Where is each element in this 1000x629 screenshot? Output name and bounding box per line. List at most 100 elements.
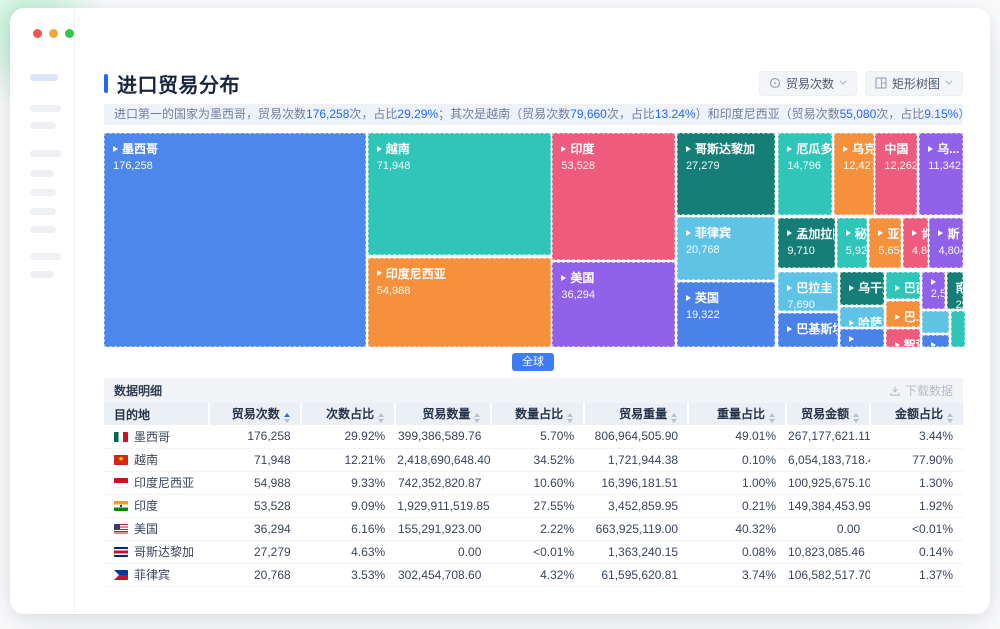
drilldown-arrow-icon [895,314,900,320]
column-header[interactable]: 数量占比 [491,403,584,425]
summary-text: 进口第一的国家为墨西哥，贸易次数176,258次，占比29.29%；其次是越南（… [104,104,963,125]
treemap-cell-label: 巴基斯坦 [796,320,838,337]
treemap-cell[interactable]: 巴基斯坦 [778,313,838,347]
sidebar-skeleton-item [30,208,56,215]
table-cell-value: 34.52% [491,448,584,471]
column-header: 目的地 [104,403,209,425]
metric-selector[interactable]: 贸易次数 [759,71,857,96]
treemap-cell-label: 亚 [887,225,899,242]
treemap-cell-value: 11,342 [928,160,958,172]
column-header[interactable]: 重量占比 [688,403,786,425]
destination-name: 菲律宾 [134,568,170,582]
treemap-cell-value: 12,262 [884,160,912,172]
treemap-cell[interactable]: 菲律宾20,768 [677,217,775,280]
column-header[interactable]: 金额占比 [870,403,963,425]
drilldown-arrow-icon [787,230,792,236]
table-cell-value: 10,823,085.46 [786,540,870,563]
sidebar-skeleton-item [30,253,61,260]
drilldown-arrow-icon [787,326,792,332]
treemap-cell-value: 71,948 [377,160,546,172]
sort-icon [567,413,573,423]
page-title: 进口贸易分布 [117,69,240,98]
table-cell-value: 49.01% [688,425,786,448]
treemap-cell[interactable] [840,329,884,347]
sidebar-skeleton-item [30,189,56,196]
column-header[interactable]: 贸易数量 [395,403,491,425]
summary-highlight-value: 55,080 [840,107,877,121]
treemap-cell[interactable] [951,311,965,347]
treemap-cell-label: 乌... [937,140,959,157]
treemap-cell-label: 南 [956,279,963,296]
sort-icon [769,413,775,423]
treemap-cell[interactable]: 厄瓜多尔14,796 [778,133,832,215]
treemap-cell[interactable]: 乌干达 [840,272,884,305]
metric-selector-label: 贸易次数 [786,75,834,92]
drilldown-arrow-icon [377,146,382,152]
treemap-cell[interactable]: 肯4,836 [903,218,928,268]
table-cell-value: 0.00 [786,517,870,540]
treemap-cell[interactable]: 巴西 [886,272,920,299]
global-button[interactable]: 全球 [512,353,554,371]
sidebar-skeleton-item [30,150,61,157]
table-cell-value: 53,528 [209,494,301,517]
treemap-cell-value: 4,836 [912,245,923,257]
column-header[interactable]: 次数占比 [301,403,395,425]
treemap-cell[interactable]: 越南71,948 [368,133,551,255]
column-header[interactable]: 贸易次数 [209,403,301,425]
treemap-cell[interactable]: 孟加拉国9,710 [778,218,835,268]
destination-name: 越南 [134,453,158,467]
treemap-cell[interactable]: 中国12,262 [875,133,917,215]
flag-icon-id [114,478,128,488]
summary-highlight-value: 176,258 [306,107,349,121]
treemap-cell[interactable]: 乌... 11,342 [919,133,963,215]
table-cell-value: 176,258 [209,425,301,448]
treemap-cell[interactable]: 哥斯达黎加27,279 [677,133,775,215]
sort-icon [474,413,480,423]
summary-highlight-value: 29.29% [397,107,438,121]
summary-highlight-value: 79,660 [570,107,607,121]
treemap-cell[interactable]: 印度尼西亚54,988 [368,258,551,347]
treemap-cell[interactable]: 巴拉圭7,690 [778,272,838,311]
treemap-cell[interactable]: 印度53,528 [552,133,675,260]
treemap-cell[interactable]: 巴... [886,301,920,326]
flag-icon-mx [114,432,128,442]
treemap-cell[interactable]: 智利 [886,329,920,347]
table-body: 墨西哥176,25829.92%399,386,589.765.70%806,9… [104,425,963,586]
table-cell-value: 100,925,675.10 [786,471,870,494]
table-cell-value: 1,929,911,519.85 [395,494,491,517]
column-header[interactable]: 贸易金额 [786,403,870,425]
treemap-cell[interactable]: 2,5 [922,272,945,309]
treemap-cell[interactable]: 英国19,322 [677,282,775,347]
summary-highlight-value: 9.15% [924,107,958,121]
download-data-button[interactable]: 下载数据 [889,382,953,399]
chart-type-selector[interactable]: 矩形树图 [865,71,963,96]
treemap-cell[interactable]: 哈萨... [840,307,884,327]
table-row: 墨西哥176,25829.92%399,386,589.765.70%806,9… [104,425,963,448]
table-cell-value: 16,396,181.51 [584,471,688,494]
table-cell-value: 155,291,923.00 [395,517,491,540]
table-cell-value: 40.32% [688,517,786,540]
treemap-cell[interactable]: 秘鲁5,924 [837,218,867,268]
sidebar [10,8,75,614]
treemap-cell[interactable]: 亚5,650 [869,218,901,268]
treemap-cell[interactable]: 斯4,804 [929,218,963,268]
treemap-cell-label: 乌克兰 [852,140,874,157]
table-cell-value: 9.33% [301,471,395,494]
column-header[interactable]: 贸易重量 [584,403,688,425]
treemap-cell[interactable]: 南2,2 [947,272,963,309]
sidebar-skeleton-item [30,170,54,177]
treemap-cell-label: 墨西哥 [122,140,158,157]
sidebar-skeleton-item [30,226,56,233]
treemap-cell[interactable]: 墨西哥176,258 [104,133,366,347]
treemap-cell[interactable]: 乌克兰12,427 [834,133,874,215]
treemap-cell[interactable]: 美国36,294 [552,262,675,347]
table-cell-value: 6,054,183,718.45 [786,448,870,471]
table-cell-value: 4.32% [491,563,584,586]
treemap-cell-label: 巴... [904,308,920,325]
treemap-cell-label: 印度尼西亚 [386,265,446,282]
table-cell-value: 9.09% [301,494,395,517]
table-cell-value: 3.53% [301,563,395,586]
drilldown-arrow-icon [113,146,118,152]
treemap-cell[interactable] [922,335,949,347]
treemap-cell[interactable] [922,311,949,333]
